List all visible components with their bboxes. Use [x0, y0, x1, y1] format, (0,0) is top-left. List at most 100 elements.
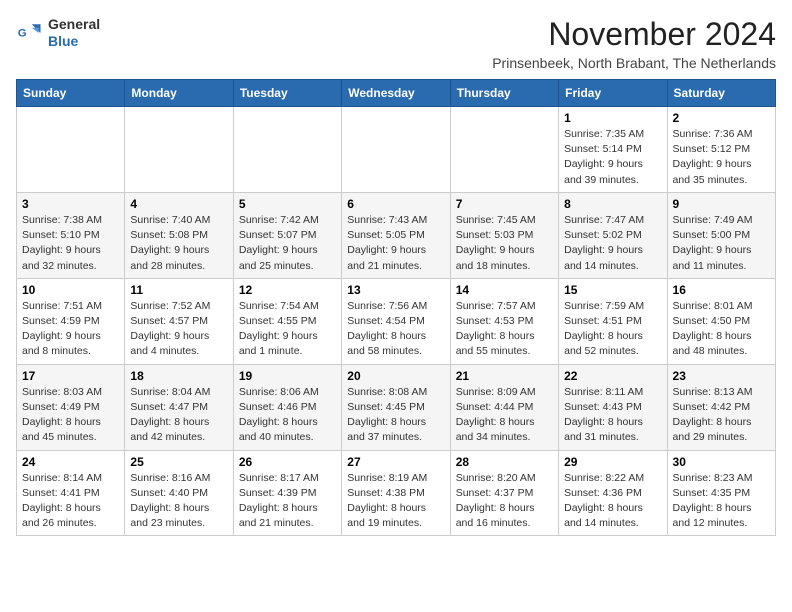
day-number: 8: [564, 197, 661, 211]
calendar-cell: 25 Sunrise: 8:16 AM Sunset: 4:40 PM Dayli…: [125, 450, 233, 536]
col-saturday: Saturday: [667, 80, 775, 107]
day-number: 13: [347, 283, 444, 297]
day-info: Sunrise: 7:43 AM Sunset: 5:05 PM Dayligh…: [347, 213, 444, 274]
calendar-cell: 20 Sunrise: 8:08 AM Sunset: 4:45 PM Dayli…: [342, 364, 450, 450]
calendar-cell: [17, 107, 125, 193]
page-header: G General Blue November 2024 Prinsenbeek…: [16, 16, 776, 71]
day-number: 3: [22, 197, 119, 211]
calendar-cell: 13Sunrise: 7:56 AM Sunset: 4:54 PM Dayli…: [342, 278, 450, 364]
day-info: Sunrise: 8:16 AM Sunset: 4:40 PM Dayligh…: [130, 471, 227, 532]
calendar-cell: 2Sunrise: 7:36 AM Sunset: 5:12 PM Daylig…: [667, 107, 775, 193]
calendar-cell: 29 Sunrise: 8:22 AM Sunset: 4:36 PM Dayli…: [559, 450, 667, 536]
calendar-cell: 4 Sunrise: 7:40 AM Sunset: 5:08 PM Daylig…: [125, 192, 233, 278]
calendar-cell: 8 Sunrise: 7:47 AM Sunset: 5:02 PM Daylig…: [559, 192, 667, 278]
title-block: November 2024 Prinsenbeek, North Brabant…: [492, 16, 776, 71]
day-info: Sunrise: 8:09 AM Sunset: 4:44 PM Dayligh…: [456, 385, 553, 446]
calendar-cell: 11 Sunrise: 7:52 AM Sunset: 4:57 PM Dayli…: [125, 278, 233, 364]
day-number: 5: [239, 197, 336, 211]
day-info: Sunrise: 8:20 AM Sunset: 4:37 PM Dayligh…: [456, 471, 553, 532]
calendar-cell: 26 Sunrise: 8:17 AM Sunset: 4:39 PM Dayli…: [233, 450, 341, 536]
day-info: Sunrise: 8:01 AM Sunset: 4:50 PM Dayligh…: [673, 299, 770, 360]
day-number: 16: [673, 283, 770, 297]
calendar-week-3: 10 Sunrise: 7:51 AM Sunset: 4:59 PM Dayli…: [17, 278, 776, 364]
day-info: Sunrise: 8:23 AM Sunset: 4:35 PM Dayligh…: [673, 471, 770, 532]
calendar-cell: 22 Sunrise: 8:11 AM Sunset: 4:43 PM Dayli…: [559, 364, 667, 450]
day-number: 20: [347, 369, 444, 383]
day-info: Sunrise: 8:04 AM Sunset: 4:47 PM Dayligh…: [130, 385, 227, 446]
calendar-cell: 5 Sunrise: 7:42 AM Sunset: 5:07 PM Daylig…: [233, 192, 341, 278]
day-number: 28: [456, 455, 553, 469]
day-info: Sunrise: 7:54 AM Sunset: 4:55 PM Dayligh…: [239, 299, 336, 360]
day-info: Sunrise: 7:40 AM Sunset: 5:08 PM Dayligh…: [130, 213, 227, 274]
calendar-cell: 14Sunrise: 7:57 AM Sunset: 4:53 PM Dayli…: [450, 278, 558, 364]
calendar-cell: 7 Sunrise: 7:45 AM Sunset: 5:03 PM Daylig…: [450, 192, 558, 278]
day-info: Sunrise: 8:14 AM Sunset: 4:41 PM Dayligh…: [22, 471, 119, 532]
day-info: Sunrise: 8:17 AM Sunset: 4:39 PM Dayligh…: [239, 471, 336, 532]
day-number: 26: [239, 455, 336, 469]
day-info: Sunrise: 8:13 AM Sunset: 4:42 PM Dayligh…: [673, 385, 770, 446]
day-info: Sunrise: 8:11 AM Sunset: 4:43 PM Dayligh…: [564, 385, 661, 446]
day-number: 10: [22, 283, 119, 297]
calendar-cell: [233, 107, 341, 193]
calendar-week-2: 3 Sunrise: 7:38 AM Sunset: 5:10 PM Daylig…: [17, 192, 776, 278]
day-info: Sunrise: 7:49 AM Sunset: 5:00 PM Dayligh…: [673, 213, 770, 274]
day-info: Sunrise: 7:52 AM Sunset: 4:57 PM Dayligh…: [130, 299, 227, 360]
day-info: Sunrise: 7:35 AM Sunset: 5:14 PM Dayligh…: [564, 127, 661, 188]
day-info: Sunrise: 7:45 AM Sunset: 5:03 PM Dayligh…: [456, 213, 553, 274]
day-number: 9: [673, 197, 770, 211]
calendar-cell: [125, 107, 233, 193]
col-wednesday: Wednesday: [342, 80, 450, 107]
day-number: 24: [22, 455, 119, 469]
day-number: 6: [347, 197, 444, 211]
day-info: Sunrise: 7:51 AM Sunset: 4:59 PM Dayligh…: [22, 299, 119, 360]
calendar-cell: [450, 107, 558, 193]
day-info: Sunrise: 8:06 AM Sunset: 4:46 PM Dayligh…: [239, 385, 336, 446]
calendar-week-4: 17Sunrise: 8:03 AM Sunset: 4:49 PM Dayli…: [17, 364, 776, 450]
day-number: 30: [673, 455, 770, 469]
day-number: 18: [130, 369, 227, 383]
day-info: Sunrise: 7:59 AM Sunset: 4:51 PM Dayligh…: [564, 299, 661, 360]
header-row: Sunday Monday Tuesday Wednesday Thursday…: [17, 80, 776, 107]
calendar-cell: 12 Sunrise: 7:54 AM Sunset: 4:55 PM Dayli…: [233, 278, 341, 364]
calendar-cell: 15 Sunrise: 7:59 AM Sunset: 4:51 PM Dayli…: [559, 278, 667, 364]
day-info: Sunrise: 8:19 AM Sunset: 4:38 PM Dayligh…: [347, 471, 444, 532]
day-number: 22: [564, 369, 661, 383]
calendar-cell: [342, 107, 450, 193]
calendar-cell: 19 Sunrise: 8:06 AM Sunset: 4:46 PM Dayli…: [233, 364, 341, 450]
calendar-cell: 16 Sunrise: 8:01 AM Sunset: 4:50 PM Dayli…: [667, 278, 775, 364]
day-info: Sunrise: 7:57 AM Sunset: 4:53 PM Dayligh…: [456, 299, 553, 360]
calendar-cell: 24 Sunrise: 8:14 AM Sunset: 4:41 PM Dayli…: [17, 450, 125, 536]
calendar-week-5: 24 Sunrise: 8:14 AM Sunset: 4:41 PM Dayli…: [17, 450, 776, 536]
svg-text:G: G: [18, 27, 27, 39]
day-number: 15: [564, 283, 661, 297]
calendar-cell: 1Sunrise: 7:35 AM Sunset: 5:14 PM Daylig…: [559, 107, 667, 193]
day-number: 12: [239, 283, 336, 297]
day-info: Sunrise: 7:42 AM Sunset: 5:07 PM Dayligh…: [239, 213, 336, 274]
day-number: 25: [130, 455, 227, 469]
logo-blue: Blue: [48, 33, 100, 50]
day-number: 19: [239, 369, 336, 383]
day-info: Sunrise: 8:08 AM Sunset: 4:45 PM Dayligh…: [347, 385, 444, 446]
day-info: Sunrise: 8:22 AM Sunset: 4:36 PM Dayligh…: [564, 471, 661, 532]
day-number: 4: [130, 197, 227, 211]
day-number: 7: [456, 197, 553, 211]
calendar-cell: 17Sunrise: 8:03 AM Sunset: 4:49 PM Dayli…: [17, 364, 125, 450]
day-info: Sunrise: 7:47 AM Sunset: 5:02 PM Dayligh…: [564, 213, 661, 274]
col-sunday: Sunday: [17, 80, 125, 107]
day-number: 2: [673, 111, 770, 125]
logo-text: General Blue: [48, 16, 100, 50]
calendar-cell: 3 Sunrise: 7:38 AM Sunset: 5:10 PM Daylig…: [17, 192, 125, 278]
col-friday: Friday: [559, 80, 667, 107]
calendar-cell: 6 Sunrise: 7:43 AM Sunset: 5:05 PM Daylig…: [342, 192, 450, 278]
calendar-cell: 28 Sunrise: 8:20 AM Sunset: 4:37 PM Dayli…: [450, 450, 558, 536]
col-thursday: Thursday: [450, 80, 558, 107]
day-info: Sunrise: 7:38 AM Sunset: 5:10 PM Dayligh…: [22, 213, 119, 274]
calendar-cell: 18 Sunrise: 8:04 AM Sunset: 4:47 PM Dayli…: [125, 364, 233, 450]
day-number: 27: [347, 455, 444, 469]
day-number: 23: [673, 369, 770, 383]
calendar-cell: 21Sunrise: 8:09 AM Sunset: 4:44 PM Dayli…: [450, 364, 558, 450]
day-number: 11: [130, 283, 227, 297]
day-number: 29: [564, 455, 661, 469]
calendar-cell: 27 Sunrise: 8:19 AM Sunset: 4:38 PM Dayli…: [342, 450, 450, 536]
col-tuesday: Tuesday: [233, 80, 341, 107]
